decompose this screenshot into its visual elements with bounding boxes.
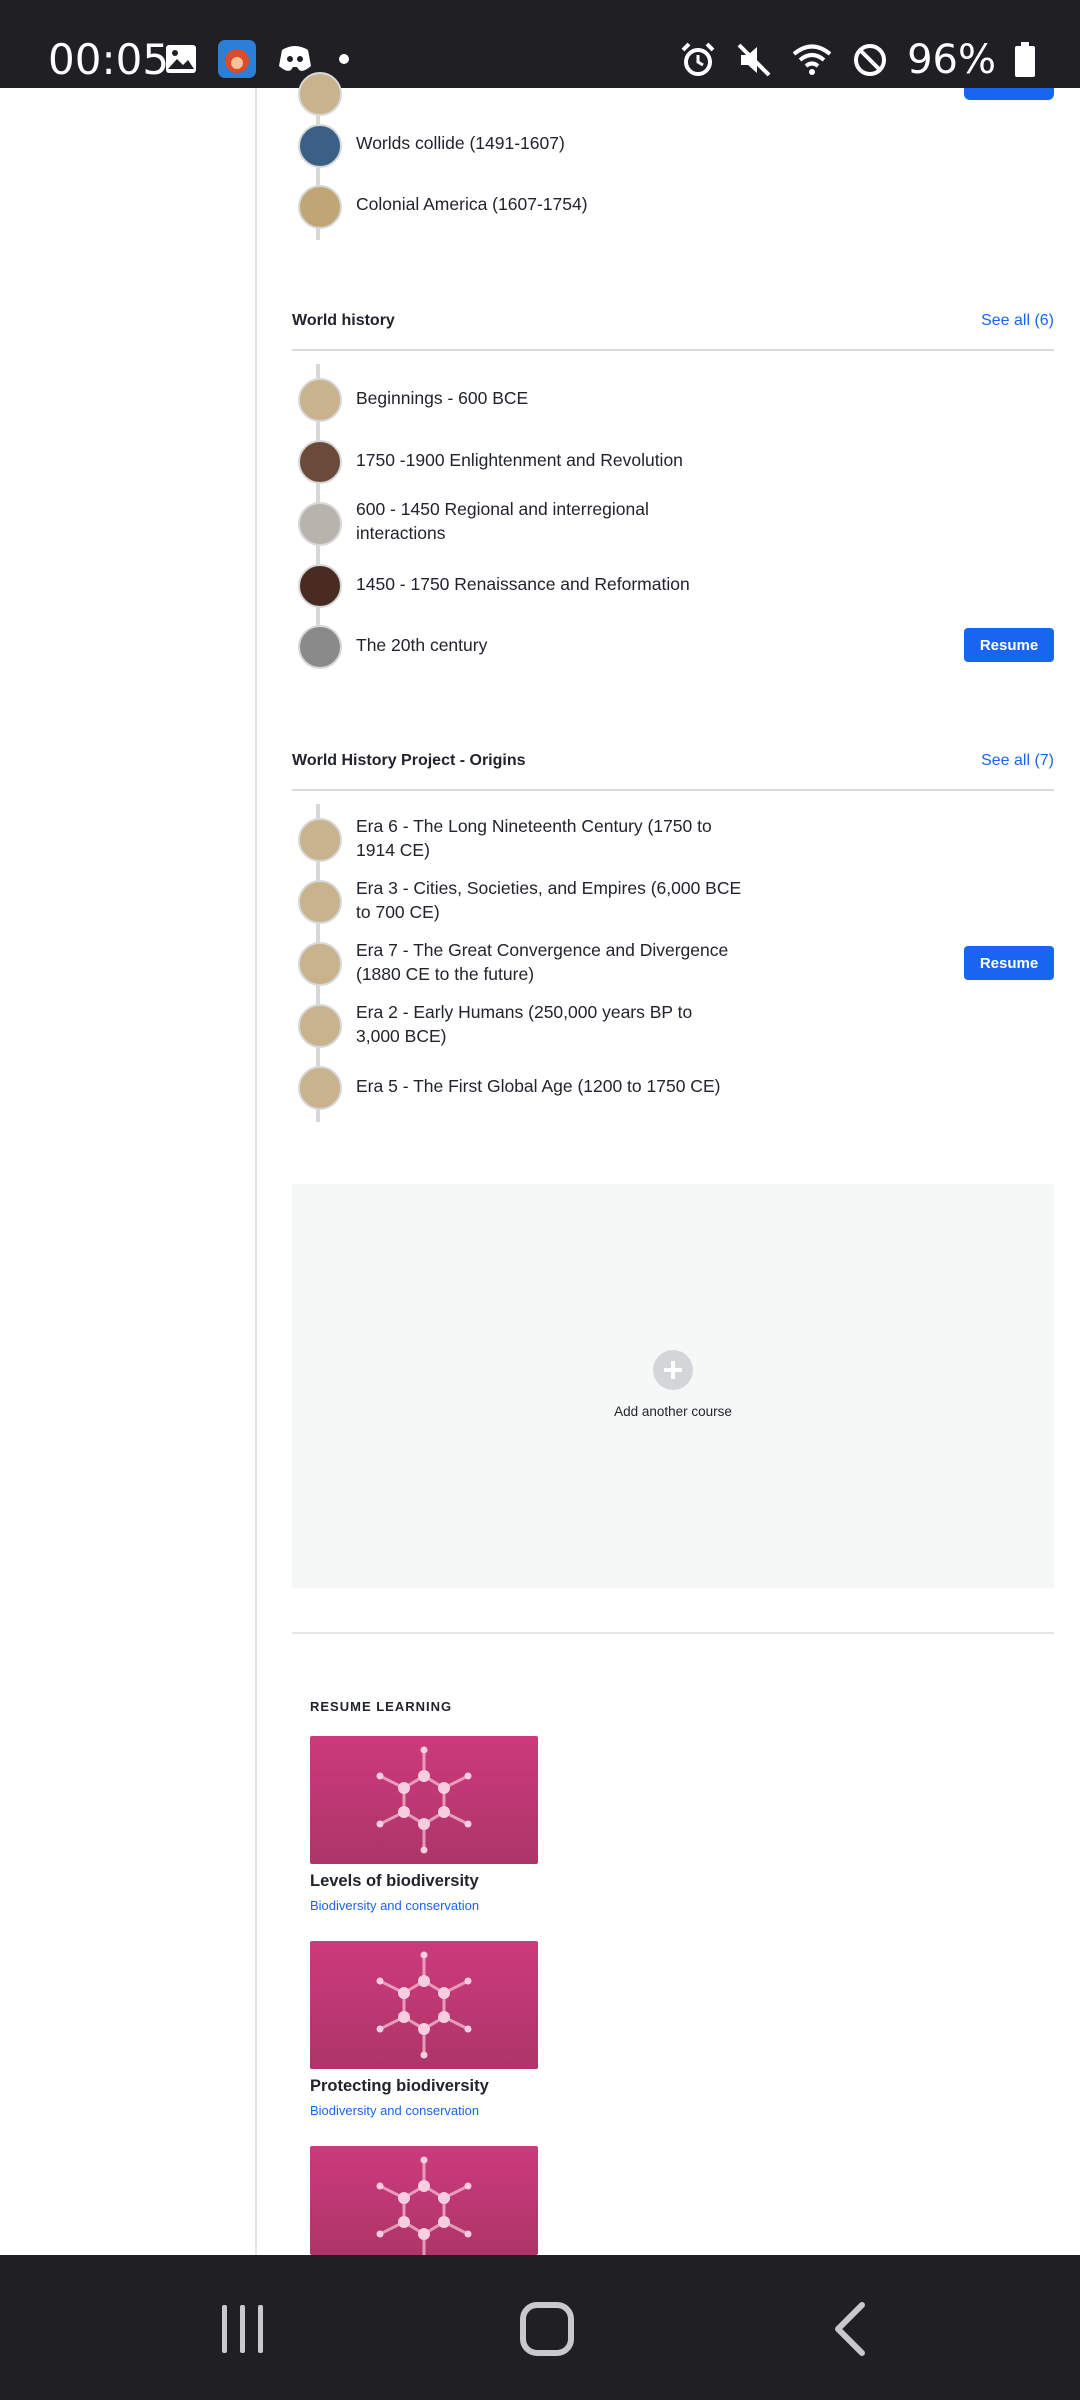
discord-icon — [279, 46, 311, 71]
home-icon[interactable] — [519, 2301, 575, 2357]
unit-title-line: 600 - 1450 Regional and interregional — [356, 499, 649, 519]
unit-title[interactable]: The 20th century — [356, 633, 487, 657]
unit-title[interactable]: 1450 - 1750 Renaissance and Reformation — [356, 572, 690, 596]
unit-thumbnail — [298, 502, 342, 546]
card-subtitle[interactable]: Biodiversity and conservation — [310, 2103, 479, 2118]
back-icon[interactable] — [830, 2301, 870, 2357]
section-divider — [292, 789, 1054, 791]
card-thumbnail[interactable] — [310, 1736, 538, 1864]
alarm-icon — [681, 42, 715, 76]
navigation-bar — [0, 2255, 1080, 2400]
molecule-icon — [376, 2156, 472, 2255]
unit-thumbnail — [298, 625, 342, 669]
unit-thumbnail — [298, 124, 342, 168]
see-all-link[interactable]: See all (6) — [981, 312, 1054, 330]
unit-title-line: Era 3 - Cities, Societies, and Empires (… — [356, 878, 742, 898]
dot-icon — [339, 54, 349, 64]
do-not-disturb-icon — [854, 44, 887, 76]
resume-button-partial[interactable] — [964, 88, 1054, 100]
unit-thumbnail — [298, 185, 342, 229]
resume-button[interactable]: Resume — [964, 628, 1054, 662]
unit-title-line: 3,000 BCE) — [356, 1026, 447, 1046]
status-time: 00:05 — [48, 35, 170, 84]
resume-button[interactable]: Resume — [964, 946, 1054, 980]
see-all-link[interactable]: See all (7) — [981, 752, 1054, 770]
card-subtitle[interactable]: Biodiversity and conservation — [310, 1898, 479, 1913]
unit-title[interactable]: Era 3 - Cities, Societies, and Empires (… — [356, 876, 741, 924]
add-course-panel[interactable]: Add another course — [292, 1184, 1054, 1588]
section-header: World history — [292, 312, 1054, 330]
unit-thumbnail — [298, 440, 342, 484]
unit-title[interactable]: 600 - 1450 Regional and interregional in… — [356, 497, 649, 545]
unit-title[interactable]: Colonial America (1607-1754) — [356, 192, 588, 216]
status-bar: 00:05 96% — [0, 0, 1080, 88]
card-thumbnail[interactable] — [310, 1941, 538, 2069]
card-title[interactable]: Levels of biodiversity — [310, 1872, 479, 1891]
unit-title[interactable]: Worlds collide (1491-1607) — [356, 131, 565, 155]
unit-thumbnail — [298, 378, 342, 422]
card-title[interactable]: Protecting biodiversity — [310, 2077, 489, 2096]
system-icons: 96% — [679, 36, 1036, 84]
battery-icon — [1015, 42, 1035, 77]
unit-thumbnail — [298, 72, 342, 116]
plus-icon[interactable] — [653, 1350, 693, 1390]
unit-title-line: Era 2 - Early Humans (250,000 years BP t… — [356, 1002, 693, 1022]
section-title: World history — [292, 312, 395, 329]
card-thumbnail[interactable] — [310, 2146, 538, 2255]
unit-title-line: interactions — [356, 523, 446, 543]
section-header: World History Project - Origins — [292, 752, 1054, 770]
unit-title[interactable]: Beginnings - 600 BCE — [356, 386, 528, 410]
wifi-icon — [792, 44, 832, 75]
unit-title[interactable]: Era 2 - Early Humans (250,000 years BP t… — [356, 1000, 692, 1048]
molecule-icon — [376, 1746, 472, 1854]
resume-learning-heading: RESUME LEARNING — [310, 1699, 453, 1714]
unit-thumbnail — [298, 880, 342, 924]
unit-title-line: Era 6 - The Long Nineteenth Century (175… — [356, 816, 712, 836]
section-divider — [292, 1632, 1054, 1634]
sidebar — [0, 88, 257, 2255]
mute-icon — [737, 43, 771, 77]
unit-title-line: Era 7 - The Great Convergence and Diverg… — [356, 940, 729, 960]
unit-title[interactable]: Era 6 - The Long Nineteenth Century (175… — [356, 814, 712, 862]
unit-title[interactable]: 1750 -1900 Enlightenment and Revolution — [356, 448, 683, 472]
add-course-label[interactable]: Add another course — [292, 1404, 1054, 1419]
recent-apps-icon[interactable] — [218, 2303, 268, 2355]
section-title: World History Project - Origins — [292, 752, 526, 769]
unit-title[interactable]: Era 5 - The First Global Age (1200 to 17… — [356, 1074, 720, 1098]
unit-title-line: 1914 CE) — [356, 840, 430, 860]
unit-thumbnail — [298, 942, 342, 986]
unit-thumbnail — [298, 818, 342, 862]
molecule-icon — [376, 1951, 472, 2059]
unit-title[interactable]: Era 7 - The Great Convergence and Diverg… — [356, 938, 728, 986]
unit-thumbnail — [298, 1066, 342, 1110]
battery-percent: 96% — [907, 37, 996, 83]
unit-title-line: to 700 CE) — [356, 902, 440, 922]
image-icon — [166, 45, 196, 73]
unit-title-line: (1880 CE to the future) — [356, 964, 535, 984]
app-icon — [218, 40, 256, 78]
unit-thumbnail — [298, 564, 342, 608]
section-divider — [292, 349, 1054, 351]
unit-thumbnail — [298, 1004, 342, 1048]
